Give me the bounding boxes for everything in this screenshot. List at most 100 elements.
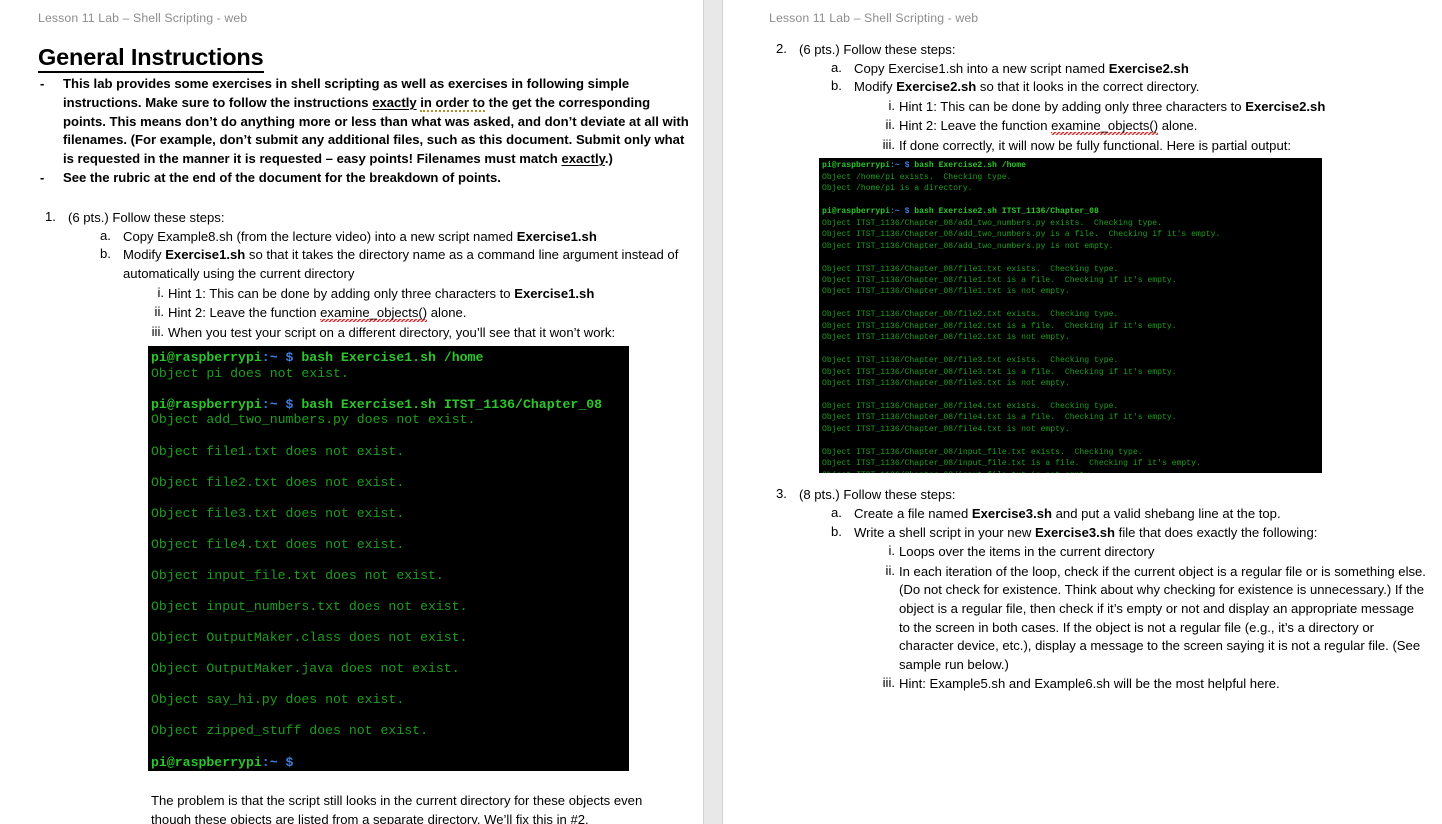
page-1-body: General Instructions - This lab provides…	[0, 25, 703, 824]
exercise-list-1: 1. (6 pts.) Follow these steps: a.Copy E…	[38, 209, 691, 342]
terminal-prompt-symbol: :~ $	[890, 161, 909, 170]
sub-sub-step: ii.In each iteration of the loop, check …	[899, 563, 1428, 674]
terminal-output-line: Object say_hi.py does not exist.	[151, 692, 629, 708]
sub-step-label: b.	[100, 246, 111, 261]
sub-sub-step-label: iii.	[873, 137, 895, 152]
sub-step: a.Copy Exercise1.sh into a new script na…	[854, 60, 1428, 79]
terminal-output-line: Object ITST_1136/Chapter_08/file2.txt is…	[822, 321, 1322, 332]
sub-step-text: Create a file named Exercise3.sh and put…	[854, 505, 1428, 524]
terminal-blank-line	[151, 459, 629, 475]
list-item-1: 1. (6 pts.) Follow these steps: a.Copy E…	[38, 209, 691, 342]
sub-sub-step-label: i.	[142, 285, 164, 300]
underlined-emphasis: exactly	[561, 151, 604, 166]
item-number-2: 2.	[776, 41, 787, 56]
terminal-output-line: Object ITST_1136/Chapter_08/file4.txt is…	[822, 412, 1322, 423]
terminal-blank-line	[151, 677, 629, 693]
sub-sub-step-label: i.	[873, 98, 895, 113]
sub-sub-step: iii.Hint: Example5.sh and Example6.sh wi…	[899, 675, 1428, 694]
page-1: Lesson 11 Lab – Shell Scripting - web Ge…	[0, 0, 703, 824]
terminal-blank-line	[822, 390, 1322, 401]
terminal-blank-line	[151, 739, 629, 755]
sub-sub-step: iii.If done correctly, it will now be fu…	[899, 137, 1428, 156]
sub-sub-step-text: Hint 2: Leave the function examine_objec…	[899, 117, 1428, 136]
terminal-command: bash Exercise1.sh ITST_1136/Chapter_08	[293, 397, 602, 412]
sub-step: b.Modify Exercise1.sh so that it takes t…	[123, 246, 691, 283]
sub-sub-step: i.Hint 1: This can be done by adding onl…	[168, 285, 691, 304]
sub-sub-step-text: Hint: Example5.sh and Example6.sh will b…	[899, 675, 1428, 694]
text-run: Write a shell script in your new	[854, 525, 1035, 540]
terminal-output-line: Object add_two_numbers.py does not exist…	[151, 412, 629, 428]
page-2: Lesson 11 Lab – Shell Scripting - web 2.…	[723, 0, 1440, 824]
sub-step-label: a.	[100, 228, 111, 243]
terminal-output-line: Object ITST_1136/Chapter_08/file2.txt ex…	[822, 309, 1322, 320]
terminal-output-line: Object file1.txt does not exist.	[151, 444, 629, 460]
terminal-output-line: Object ITST_1136/Chapter_08/file2.txt is…	[822, 332, 1322, 343]
terminal-output-line: Object ITST_1136/Chapter_08/add_two_numb…	[822, 218, 1322, 229]
text-run: Modify	[854, 79, 896, 94]
terminal-prompt-line: pi@raspberrypi:~ $ bash Exercise2.sh /ho…	[822, 160, 1322, 171]
text-run: alone.	[1158, 118, 1197, 133]
item-lead-2: (6 pts.) Follow these steps:	[799, 42, 955, 57]
terminal-output-line: Object ITST_1136/Chapter_08/file1.txt is…	[822, 275, 1322, 286]
terminal-output-line: Object ITST_1136/Chapter_08/file3.txt is…	[822, 367, 1322, 378]
filename-emphasis: Exercise2.sh	[896, 79, 976, 94]
terminal-output-line: Object file3.txt does not exist.	[151, 506, 629, 522]
item-2-substeps: a.Copy Exercise1.sh into a new script na…	[799, 60, 1428, 156]
terminal-output-line: Object ITST_1136/Chapter_08/file3.txt ex…	[822, 355, 1322, 366]
filename-emphasis: Exercise3.sh	[1035, 525, 1115, 540]
sub-sub-step: i.Hint 1: This can be done by adding onl…	[899, 98, 1428, 117]
sub-sub-step-text: Loops over the items in the current dire…	[899, 543, 1428, 562]
exercise-list-2: 2. (6 pts.) Follow these steps: a.Copy E…	[769, 41, 1428, 155]
sub-step: b.Modify Exercise2.sh so that it looks i…	[854, 78, 1428, 97]
terminal-blank-line	[151, 646, 629, 662]
text-run: Hint 2: Leave the function	[899, 118, 1051, 133]
terminal-blank-line	[822, 252, 1322, 263]
terminal-prompt-line: pi@raspberrypi:~ $	[151, 755, 629, 771]
text-run: Copy Example8.sh (from the lecture video…	[123, 229, 517, 244]
item-number-1: 1.	[45, 209, 56, 224]
text-run: Hint 2: Leave the function	[168, 305, 320, 320]
general-instruction-text-1: See the rubric at the end of the documen…	[63, 170, 501, 185]
terminal-output-line: Object OutputMaker.class does not exist.	[151, 630, 629, 646]
page-header-right: Lesson 11 Lab – Shell Scripting - web	[723, 0, 1440, 25]
spellcheck-flagged-text: examine_objects()	[1051, 118, 1158, 135]
terminal-prompt-symbol: :~ $	[262, 350, 294, 365]
text-run: When you test your script on a different…	[168, 325, 615, 340]
terminal-blank-line	[151, 381, 629, 397]
terminal-blank-line	[151, 615, 629, 631]
terminal-user: pi@raspberrypi	[822, 161, 890, 170]
terminal-output-line: Object file4.txt does not exist.	[151, 537, 629, 553]
item-number-3: 3.	[776, 486, 787, 501]
terminal-blank-line	[822, 298, 1322, 309]
sub-step-label: b.	[831, 78, 842, 93]
filename-emphasis: Exercise1.sh	[517, 229, 597, 244]
terminal-command: bash Exercise2.sh ITST_1136/Chapter_08	[909, 207, 1098, 216]
text-run: Hint 1: This can be done by adding only …	[168, 286, 514, 301]
terminal-blank-line	[822, 435, 1322, 446]
terminal-blank-line	[151, 708, 629, 724]
filename-emphasis: Exercise1.sh	[165, 247, 245, 262]
terminal-prompt-symbol: :~ $	[262, 755, 294, 770]
terminal-command: bash Exercise1.sh /home	[293, 350, 483, 365]
general-instructions-list: - This lab provides some exercises in sh…	[38, 75, 691, 187]
sub-sub-step-text: Hint 1: This can be done by adding only …	[899, 98, 1428, 117]
text-run: Loops over the items in the current dire…	[899, 544, 1154, 559]
terminal-user: pi@raspberrypi	[822, 207, 890, 216]
terminal-output-line: Object OutputMaker.java does not exist.	[151, 661, 629, 677]
terminal-blank-line	[151, 552, 629, 568]
sub-sub-step: iii.When you test your script on a diffe…	[168, 324, 691, 343]
sub-step-text: Modify Exercise1.sh so that it takes the…	[123, 246, 691, 283]
filename-emphasis: Exercise1.sh	[514, 286, 594, 301]
text-run: Modify	[123, 247, 165, 262]
terminal-prompt-symbol: :~ $	[262, 397, 294, 412]
text-run: and put a valid shebang line at the top.	[1052, 506, 1281, 521]
terminal-blank-line	[822, 344, 1322, 355]
text-run: Create a file named	[854, 506, 972, 521]
text-run: file that does exactly the following:	[1115, 525, 1317, 540]
sub-sub-step-label: iii.	[873, 675, 895, 690]
item-1-substeps: a. Copy Example8.sh (from the lecture vid…	[68, 228, 691, 342]
terminal-blank-line	[822, 195, 1322, 206]
sub-sub-step-text: In each iteration of the loop, check if …	[899, 563, 1428, 674]
list-item-3: 3. (8 pts.) Follow these steps: a.Create…	[769, 486, 1428, 693]
terminal-prompt-line: pi@raspberrypi:~ $ bash Exercise1.sh ITS…	[151, 397, 629, 413]
